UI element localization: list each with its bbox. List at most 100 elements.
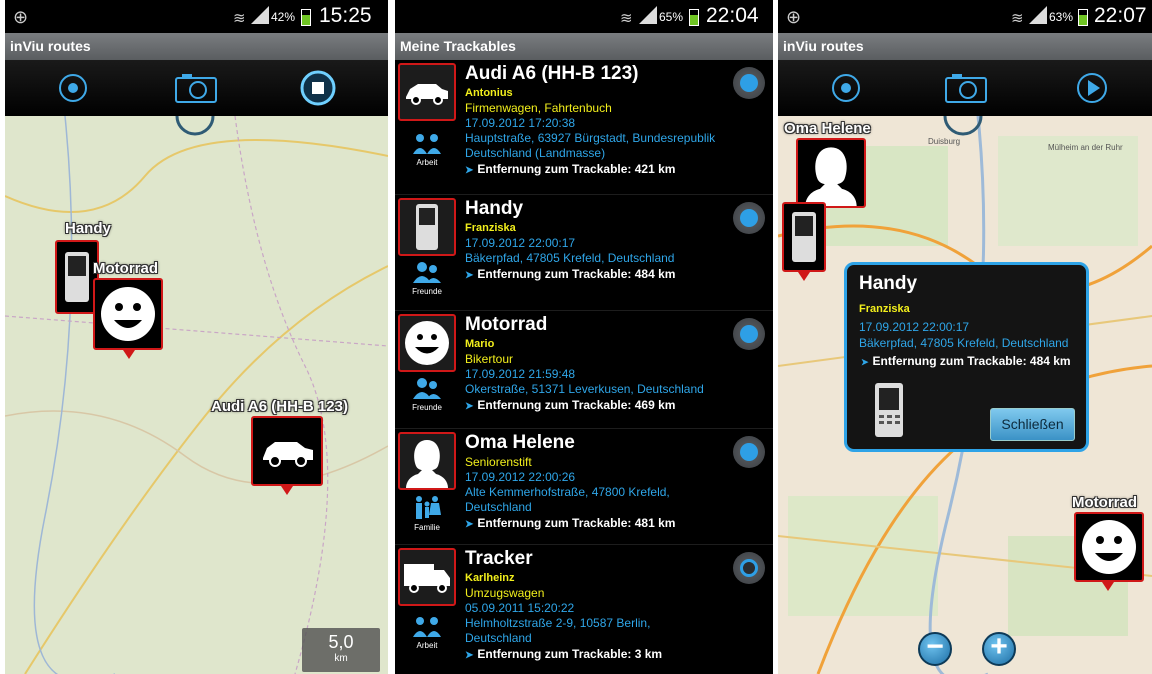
battery-percent: 63% (1049, 10, 1074, 24)
marker-label: Oma Helene (784, 120, 871, 137)
target-button[interactable] (51, 70, 95, 106)
item-note: Bikertour (465, 352, 514, 366)
camera-icon (175, 74, 217, 103)
group-label: Freunde (412, 287, 442, 296)
direction-icon: ➤ (465, 401, 474, 412)
trackable-popup: Handy Franziska 17.09.2012 22:00:17 Bäke… (844, 262, 1089, 452)
toolbar (5, 60, 388, 116)
map-view[interactable]: Handy Motorrad Audi A6 (HH-B 123) 5,0 km (5, 116, 388, 674)
item-address: Helmholtzstraße 2-9, 10587 Berlin, (465, 616, 651, 630)
direction-icon: ➤ (861, 357, 869, 367)
status-bar: ≋ 65% 22:04 (395, 0, 773, 33)
item-note: Seniorenstift (465, 455, 532, 469)
marker-pin (1102, 582, 1114, 591)
car-icon (251, 416, 323, 486)
group-label: Arbeit (416, 158, 438, 167)
item-distance: ➤ Entfernung zum Trackable: 484 km (465, 267, 676, 281)
item-address: Okerstraße, 51371 Leverkusen, Deutschlan… (465, 382, 704, 396)
item-distance: ➤ Entfernung zum Trackable: 481 km (465, 516, 676, 530)
list-item[interactable]: Freunde Handy Franziska 17.09.2012 22:00… (395, 195, 773, 311)
group-friends-icon (413, 378, 441, 399)
list-item[interactable]: Arbeit Audi A6 (HH-B 123) Antonius Firme… (395, 60, 773, 195)
battery-percent: 42% (271, 10, 296, 24)
group-family-icon (416, 496, 441, 519)
group-label: Familie (414, 523, 440, 532)
clock: 22:07 (1094, 4, 1147, 27)
wifi-icon: ≋ (620, 10, 633, 27)
popup-date: 17.09.2012 22:00:17 (859, 320, 970, 334)
item-title: Handy (465, 198, 524, 219)
marker-pin (798, 272, 810, 281)
play-button[interactable] (1070, 70, 1114, 106)
item-owner: Mario (465, 338, 495, 350)
signal-icon (1029, 6, 1047, 24)
item-address-2: Deutschland (Landmasse) (465, 146, 606, 160)
map-label-mulheim: Mülheim an der Ruhr (1048, 143, 1123, 152)
gps-icon: ⊕ (786, 7, 802, 27)
list-item[interactable]: Arbeit Tracker Karlheinz Umzugswagen 05.… (395, 545, 773, 674)
group-work-icon (413, 617, 441, 637)
status-bar: ⊕ ≋ 63% 22:07 (778, 0, 1152, 33)
zoom-in-button[interactable]: + (982, 632, 1016, 666)
popup-distance: ➤ Entfernung zum Trackable: 484 km (861, 354, 1071, 368)
item-title: Tracker (465, 548, 533, 569)
group-friends-icon (413, 262, 441, 283)
camera-icon (945, 74, 987, 103)
item-title: Audi A6 (HH-B 123) (465, 63, 639, 84)
item-date: 17.09.2012 17:20:38 (465, 116, 576, 130)
target-button[interactable] (824, 70, 868, 106)
item-distance: ➤ Entfernung zum Trackable: 469 km (465, 398, 676, 412)
camera-button[interactable] (944, 70, 988, 106)
wifi-icon: ≋ (233, 10, 246, 27)
list-item[interactable]: Familie Oma Helene Seniorenstift 17.09.2… (395, 429, 773, 545)
map-label-duisburg: Duisburg (928, 137, 960, 146)
item-address: Bäkerpfad, 47805 Krefeld, Deutschland (465, 251, 675, 265)
status-bar: ⊕ ≋ 42% 15:25 (5, 0, 388, 33)
popup-address: Bäkerpfad, 47805 Krefeld, Deutschland (859, 336, 1069, 350)
smiley-icon (398, 314, 456, 372)
tracking-toggle[interactable] (733, 67, 765, 99)
signal-icon (251, 6, 269, 24)
smiley-icon (1074, 512, 1144, 582)
item-distance: ➤ Entfernung zum Trackable: 421 km (465, 162, 676, 176)
group-badge: Arbeit (399, 615, 455, 650)
screen-map-2: ⊕ ≋ 63% 22:07 inViu routes Duisburg Mülh… (778, 0, 1152, 674)
map-background (5, 116, 388, 674)
play-icon (1077, 73, 1107, 103)
app-title: inViu routes (778, 33, 1152, 60)
item-title: Oma Helene (465, 432, 575, 453)
group-work-icon (413, 134, 441, 154)
group-label: Arbeit (416, 641, 438, 650)
tracking-toggle[interactable] (733, 436, 765, 468)
scale-unit: km (334, 653, 348, 664)
camera-button[interactable] (174, 70, 218, 106)
marker-pin (281, 486, 293, 495)
clock: 15:25 (319, 4, 372, 27)
screen-trackables-list: ≋ 65% 22:04 Meine Trackables Arbeit Audi… (395, 0, 773, 674)
popup-title: Handy (859, 273, 918, 294)
marker-label: Motorrad (1072, 494, 1137, 511)
list-item[interactable]: Freunde Motorrad Mario Bikertour 17.09.2… (395, 311, 773, 429)
app-title: inViu routes (5, 33, 388, 60)
screen-map-1: ⊕ ≋ 42% 15:25 inViu routes Handy Motorra… (5, 0, 388, 674)
tracking-toggle[interactable] (733, 318, 765, 350)
item-note: Firmenwagen, Fahrtenbuch (465, 101, 612, 115)
item-date: 17.09.2012 21:59:48 (465, 367, 576, 381)
person-icon (398, 432, 456, 490)
direction-icon: ➤ (465, 519, 474, 530)
zoom-out-button[interactable]: − (918, 632, 952, 666)
item-address-2: Deutschland (465, 500, 532, 514)
tracking-toggle[interactable] (733, 202, 765, 234)
close-button[interactable]: Schließen (990, 408, 1075, 441)
tracking-toggle[interactable] (733, 552, 765, 584)
item-date: 17.09.2012 22:00:26 (465, 470, 576, 484)
item-owner: Antonius (465, 87, 513, 99)
signal-icon (639, 6, 657, 24)
truck-icon (398, 548, 456, 606)
marker-label: Handy (65, 220, 111, 237)
stop-button[interactable] (296, 70, 340, 106)
battery-icon (689, 9, 699, 26)
target-icon (59, 74, 87, 102)
item-address: Alte Kemmerhofstraße, 47800 Krefeld, (465, 485, 670, 499)
item-distance: ➤ Entfernung zum Trackable: 3 km (465, 647, 663, 661)
